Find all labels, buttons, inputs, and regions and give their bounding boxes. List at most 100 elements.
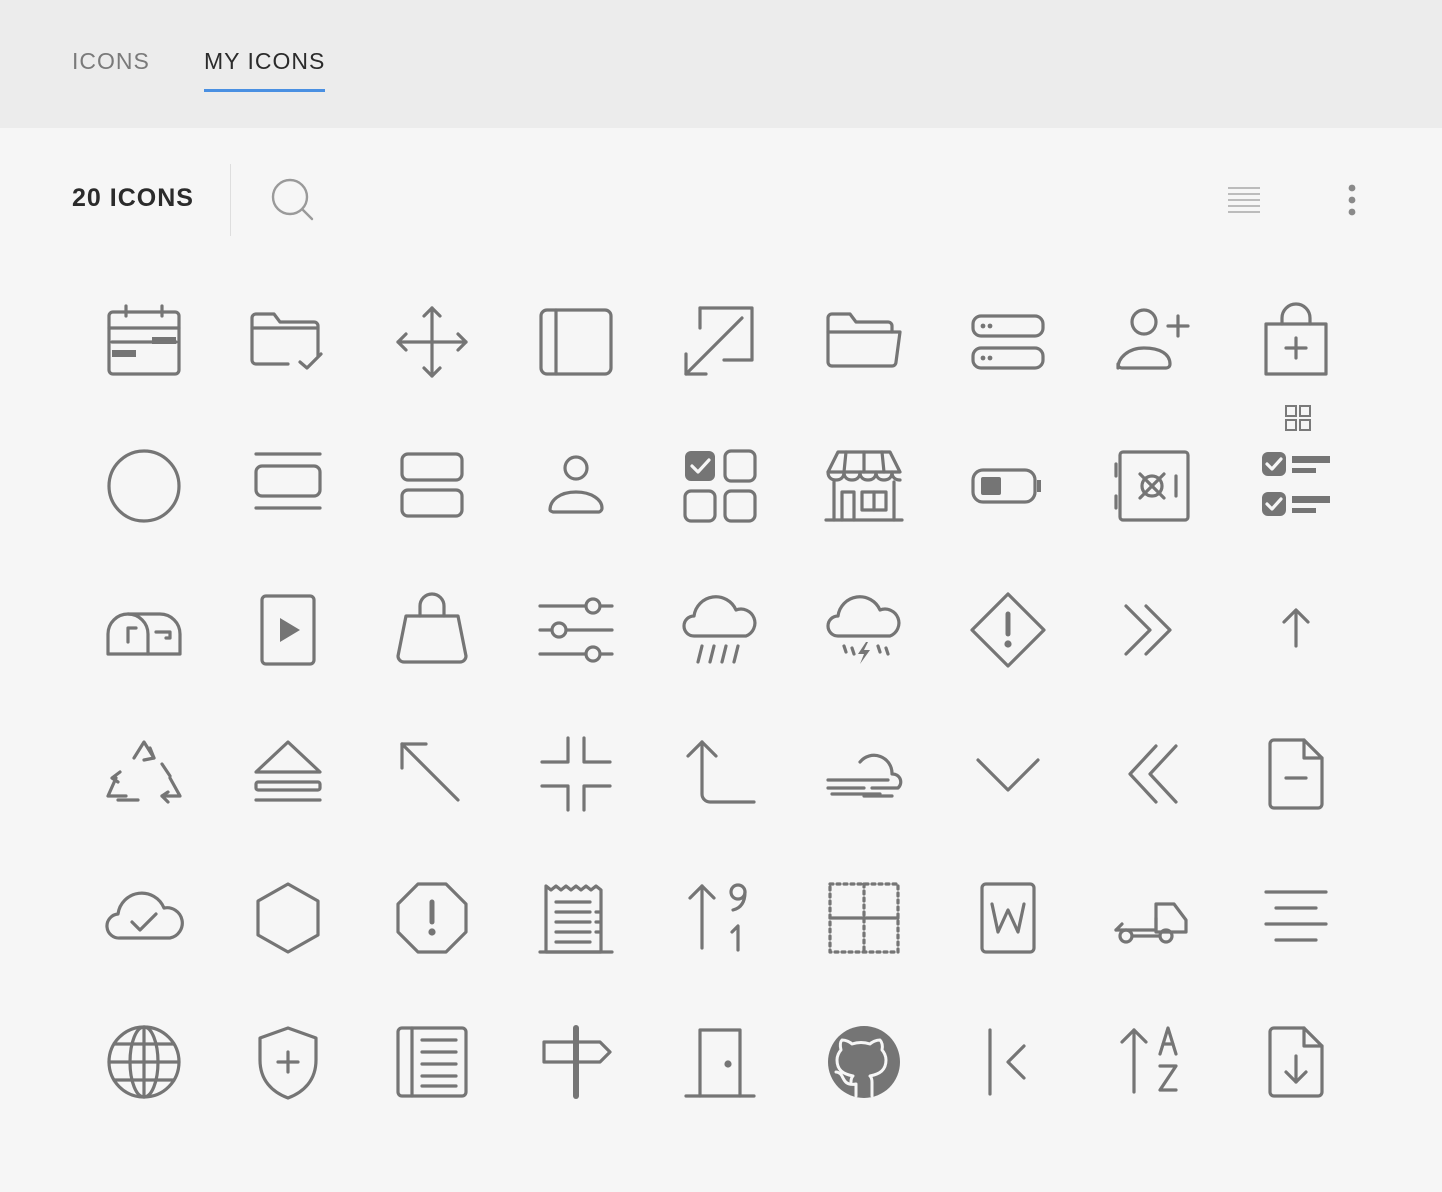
icon-tile[interactable] bbox=[648, 558, 792, 702]
recycle-icon[interactable] bbox=[104, 734, 184, 814]
icon-tile[interactable] bbox=[1224, 990, 1368, 1134]
icon-tile[interactable] bbox=[792, 558, 936, 702]
wind-cloud-icon[interactable] bbox=[824, 734, 904, 814]
icon-tile[interactable] bbox=[72, 270, 216, 414]
icon-tile[interactable] bbox=[504, 270, 648, 414]
move-arrows-icon[interactable] bbox=[392, 302, 472, 382]
storefront-icon[interactable] bbox=[824, 446, 904, 526]
icon-tile[interactable] bbox=[504, 990, 648, 1134]
icon-tile[interactable] bbox=[792, 846, 936, 990]
shopping-bag-add-icon[interactable] bbox=[1256, 302, 1336, 382]
icon-tile[interactable] bbox=[360, 558, 504, 702]
circle-icon[interactable] bbox=[104, 446, 184, 526]
file-download-icon[interactable] bbox=[1256, 1022, 1336, 1102]
grid-checked-icon[interactable] bbox=[680, 446, 760, 526]
align-center-icon[interactable] bbox=[1256, 878, 1336, 958]
icon-tile[interactable] bbox=[216, 414, 360, 558]
globe-icon[interactable] bbox=[104, 1022, 184, 1102]
octagon-alert-icon[interactable] bbox=[392, 878, 472, 958]
battery-low-icon[interactable] bbox=[968, 446, 1048, 526]
arrow-up-left-icon[interactable] bbox=[392, 734, 472, 814]
cloud-check-icon[interactable] bbox=[104, 878, 184, 958]
list-view-icon[interactable] bbox=[1224, 180, 1264, 220]
tow-truck-icon[interactable] bbox=[1112, 878, 1192, 958]
github-icon[interactable] bbox=[824, 1022, 904, 1102]
icon-tile[interactable] bbox=[1224, 702, 1368, 846]
chevrons-right-icon[interactable] bbox=[1112, 590, 1192, 670]
corner-up-arrow-icon[interactable] bbox=[680, 734, 760, 814]
icon-tile[interactable] bbox=[936, 558, 1080, 702]
thunderstorm-icon[interactable] bbox=[824, 590, 904, 670]
user-add-icon[interactable] bbox=[1112, 302, 1192, 382]
shield-add-icon[interactable] bbox=[248, 1022, 328, 1102]
icon-tile[interactable] bbox=[360, 414, 504, 558]
sort-alpha-icon[interactable] bbox=[1112, 1022, 1192, 1102]
icon-tile[interactable] bbox=[1224, 558, 1368, 702]
icon-tile[interactable] bbox=[72, 846, 216, 990]
signpost-icon[interactable] bbox=[536, 1022, 616, 1102]
icon-tile[interactable] bbox=[360, 270, 504, 414]
icon-tile[interactable] bbox=[72, 990, 216, 1134]
icon-tile[interactable] bbox=[648, 270, 792, 414]
mailbox-icon[interactable] bbox=[104, 590, 184, 670]
resize-arrow-icon[interactable] bbox=[680, 302, 760, 382]
icon-tile[interactable] bbox=[936, 702, 1080, 846]
icon-tile[interactable] bbox=[648, 990, 792, 1134]
door-icon[interactable] bbox=[680, 1022, 760, 1102]
eject-icon[interactable] bbox=[248, 734, 328, 814]
first-page-icon[interactable] bbox=[968, 1022, 1048, 1102]
icon-tile[interactable] bbox=[360, 990, 504, 1134]
icon-tile[interactable] bbox=[1080, 270, 1224, 414]
icon-tile[interactable] bbox=[1080, 558, 1224, 702]
carousel-icon[interactable] bbox=[248, 446, 328, 526]
icon-tile[interactable] bbox=[504, 846, 648, 990]
search-icon[interactable] bbox=[268, 176, 318, 226]
icon-tile[interactable] bbox=[936, 846, 1080, 990]
icon-tile[interactable] bbox=[504, 702, 648, 846]
sidebar-layout-icon[interactable] bbox=[536, 302, 616, 382]
notebook-icon[interactable] bbox=[392, 1022, 472, 1102]
table-dotted-icon[interactable] bbox=[824, 878, 904, 958]
icon-tile[interactable] bbox=[1224, 270, 1368, 414]
collapse-icon[interactable] bbox=[536, 734, 616, 814]
tab-my-icons[interactable]: MY ICONS bbox=[204, 48, 326, 92]
icon-tile[interactable] bbox=[216, 702, 360, 846]
icon-tile[interactable] bbox=[792, 702, 936, 846]
icon-tile[interactable] bbox=[1080, 990, 1224, 1134]
icon-tile[interactable] bbox=[648, 702, 792, 846]
sort-numeric-icon[interactable] bbox=[680, 878, 760, 958]
icon-tile[interactable] bbox=[792, 414, 936, 558]
icon-tile[interactable] bbox=[1080, 414, 1224, 558]
icon-tile[interactable] bbox=[216, 990, 360, 1134]
file-minus-icon[interactable] bbox=[1256, 734, 1336, 814]
calendar-icon[interactable] bbox=[104, 302, 184, 382]
icon-tile[interactable] bbox=[72, 414, 216, 558]
icon-tile[interactable] bbox=[1224, 846, 1368, 990]
icon-tile[interactable] bbox=[504, 558, 648, 702]
chevrons-left-icon[interactable] bbox=[1112, 734, 1192, 814]
icon-tile[interactable] bbox=[936, 414, 1080, 558]
word-file-icon[interactable] bbox=[968, 878, 1048, 958]
folder-open-icon[interactable] bbox=[824, 302, 904, 382]
icon-tile[interactable] bbox=[72, 558, 216, 702]
icon-tile[interactable] bbox=[216, 558, 360, 702]
icon-tile[interactable] bbox=[792, 270, 936, 414]
more-vertical-icon[interactable] bbox=[1332, 180, 1372, 220]
safe-icon[interactable] bbox=[1112, 446, 1192, 526]
hexagon-icon[interactable] bbox=[248, 878, 328, 958]
icon-tile[interactable] bbox=[360, 846, 504, 990]
icon-tile[interactable] bbox=[1080, 846, 1224, 990]
icon-tile[interactable] bbox=[648, 414, 792, 558]
icon-tile[interactable] bbox=[216, 846, 360, 990]
icon-tile[interactable] bbox=[504, 414, 648, 558]
rows-layout-icon[interactable] bbox=[392, 446, 472, 526]
receipt-icon[interactable] bbox=[536, 878, 616, 958]
rain-cloud-icon[interactable] bbox=[680, 590, 760, 670]
user-icon[interactable] bbox=[536, 446, 616, 526]
folder-check-icon[interactable] bbox=[248, 302, 328, 382]
arrow-up-icon[interactable] bbox=[1256, 590, 1336, 670]
icon-tile[interactable] bbox=[360, 702, 504, 846]
warning-diamond-icon[interactable] bbox=[968, 590, 1048, 670]
tab-icons[interactable]: ICONS bbox=[72, 48, 150, 92]
icon-tile[interactable] bbox=[1080, 702, 1224, 846]
